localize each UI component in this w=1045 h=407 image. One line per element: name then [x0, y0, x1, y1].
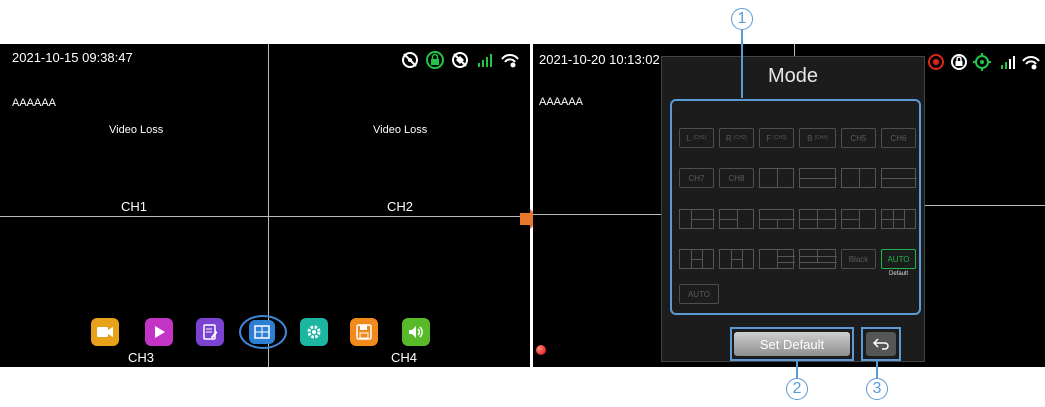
layout-1-3-split[interactable] [679, 209, 715, 229]
mode-label: R [725, 133, 732, 143]
layout-3-split[interactable] [759, 209, 795, 229]
layout-8-split[interactable] [881, 209, 916, 229]
notes-app-button[interactable] [196, 318, 224, 346]
wifi-off-icon [452, 52, 468, 68]
default-indicator-label: Default [888, 271, 908, 277]
play-icon [155, 326, 165, 338]
mode-option-auto-default[interactable]: AUTO [881, 249, 916, 269]
record-icon [928, 54, 944, 70]
mode-label: B [807, 133, 813, 143]
mode-option-f-ch3[interactable]: F (CH3) [759, 128, 794, 148]
lock-icon [951, 54, 967, 70]
camera-icon [97, 327, 113, 337]
mode-sublabel: (CH1) [693, 135, 707, 141]
volume-app-button[interactable] [402, 318, 430, 346]
callout-2: 2 [786, 378, 808, 400]
layout-2-split[interactable] [759, 168, 794, 188]
layout-6-split-b[interactable] [719, 249, 754, 269]
ch2-video-loss: Video Loss [373, 124, 428, 136]
mode-option-r-ch2[interactable]: R (CH2) [719, 128, 754, 148]
layout-6-split-a[interactable] [679, 249, 714, 269]
layout-16-split[interactable] [799, 249, 837, 269]
layout-2-split-b[interactable] [841, 168, 876, 188]
mode-sublabel: (CH2) [733, 135, 748, 141]
left-plate: AAAAAA [12, 97, 57, 109]
ch4-label: CH4 [391, 350, 418, 365]
mode-dialog-title: Mode [767, 65, 819, 87]
storage-app-button[interactable] [350, 318, 378, 346]
floppy-save-icon [356, 324, 372, 340]
ch3-label: CH3 [128, 350, 155, 365]
mode-option-auto-2[interactable]: AUTO [679, 284, 719, 304]
recording-indicator-dot [536, 345, 546, 355]
left-status-bar [400, 50, 525, 70]
wifi-icon [1022, 56, 1040, 70]
ch1-video-loss: Video Loss [109, 124, 164, 136]
left-timestamp: 2021-10-15 09:38:47 [12, 50, 133, 65]
layout-9-split[interactable] [759, 249, 795, 269]
callout-1-line [741, 30, 743, 98]
playback-app-button[interactable] [145, 318, 173, 346]
edit-notes-icon [203, 324, 218, 340]
grid-divider-horizontal [0, 216, 530, 217]
mode-label: F [766, 133, 772, 143]
mode-option-ch7[interactable]: CH7 [679, 168, 714, 188]
record-lock-icon [426, 51, 444, 69]
back-button[interactable] [866, 332, 896, 356]
callout-2-line [796, 361, 798, 379]
set-default-button[interactable]: Set Default [734, 332, 850, 356]
right-status-icons [928, 53, 1040, 71]
right-status-bar [927, 52, 1045, 72]
signal-bars-icon [1001, 56, 1015, 69]
callout-1: 1 [731, 8, 753, 30]
callout-3: 3 [866, 378, 888, 400]
right-grid-divider-left [533, 214, 663, 215]
mode-option-l-ch1[interactable]: L (CH1) [679, 128, 714, 148]
mode-option-ch6[interactable]: CH6 [881, 128, 916, 148]
gps-icon [973, 53, 991, 71]
mode-option-ch5[interactable]: CH5 [841, 128, 876, 148]
settings-app-button[interactable] [300, 318, 328, 346]
mode-dialog: Mode L (CH1) R (CH2) F (CH3) B (CH4) CH5 CH6… [661, 56, 925, 362]
layout-app-button[interactable] [249, 320, 275, 344]
layout-4-split-b[interactable] [841, 209, 876, 229]
right-grid-divider-right [925, 205, 1045, 206]
mode-sublabel: (CH4) [814, 135, 828, 141]
gear-icon [307, 325, 321, 339]
mode-option-b-ch4[interactable]: B (CH4) [799, 128, 836, 148]
layout-4-split-a[interactable] [799, 209, 837, 229]
set-default-label: Set Default [759, 336, 825, 352]
right-dvr-screen: 2021-10-20 10:13:02 AAAAAA Mode L (CH1) R… [533, 44, 1045, 367]
speaker-volume-icon [409, 326, 423, 338]
mode-option-black[interactable]: Black [841, 249, 876, 269]
left-dvr-screen: 2021-10-15 09:38:47 AAAAAA Video Loss Vi… [0, 44, 530, 367]
ch2-label: CH2 [387, 199, 414, 214]
wifi-icon [501, 54, 519, 68]
signal-bars-icon [478, 54, 492, 67]
callout-3-line [876, 361, 878, 379]
layout-1-2-split-b[interactable] [881, 168, 917, 188]
gps-off-icon [402, 52, 418, 68]
right-plate: AAAAAA [539, 96, 584, 108]
layout-3-1-split[interactable] [719, 209, 754, 229]
mode-label: L [686, 133, 692, 143]
mode-option-ch8[interactable]: CH8 [719, 168, 754, 188]
right-timestamp: 2021-10-20 10:13:02 [539, 52, 660, 67]
camera-app-button[interactable] [91, 318, 119, 346]
grid-layout-icon [254, 325, 270, 339]
left-status-icons [402, 51, 519, 69]
back-arrow-icon [872, 338, 889, 350]
mode-sublabel: (CH3) [773, 135, 787, 141]
layout-1-2-split[interactable] [799, 168, 837, 188]
ch1-label: CH1 [121, 199, 148, 214]
